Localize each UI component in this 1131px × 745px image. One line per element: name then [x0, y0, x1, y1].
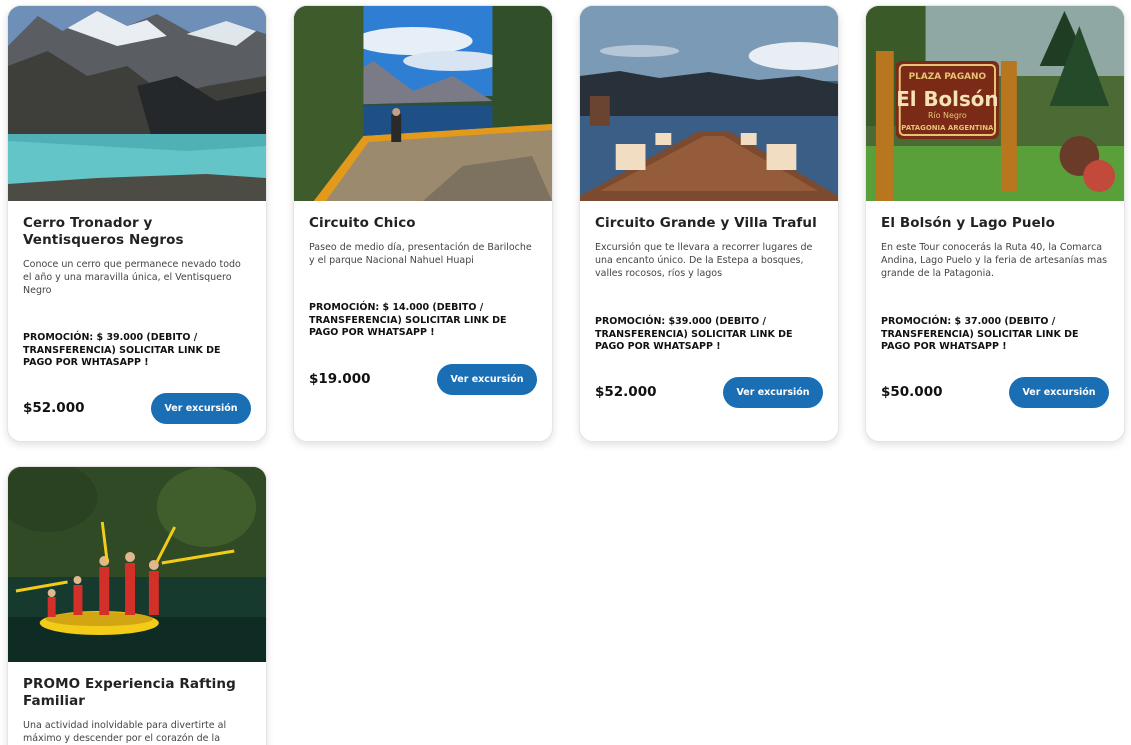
card-title: PROMO Experiencia Rafting Familiar: [23, 676, 236, 709]
ver-excursion-button[interactable]: Ver excursión: [437, 364, 537, 395]
card-title: Cerro Tronador y Ventisqueros Negros: [23, 215, 184, 248]
card-description: En este Tour conocerás la Ruta 40, la Co…: [881, 242, 1108, 279]
card-price: $52.000: [23, 400, 85, 416]
card-photo-mountain-lake[interactable]: [8, 6, 266, 201]
card-photo-lake-pier[interactable]: [580, 6, 838, 201]
card-body: PROMO Experiencia Rafting Familiar Una a…: [8, 662, 266, 745]
card-title: El Bolsón y Lago Puelo: [881, 215, 1055, 231]
card-photo-el-bolson-sign[interactable]: PLAZA PAGANO El Bolsón Río Negro PATAGON…: [866, 6, 1124, 201]
excursion-card[interactable]: Circuito Grande y Villa Traful Excursión…: [579, 5, 839, 442]
card-promo: PROMOCIÓN: $ 37.000 (DEBITO / TRANSFEREN…: [881, 316, 1079, 352]
card-photo-lookout-deck[interactable]: [294, 6, 552, 201]
card-photo-rafting[interactable]: [8, 467, 266, 662]
excursion-card[interactable]: PROMO Experiencia Rafting Familiar Una a…: [7, 466, 267, 745]
ver-excursion-button[interactable]: Ver excursión: [151, 393, 251, 424]
card-body: Circuito Chico Paseo de medio día, prese…: [294, 201, 552, 267]
card-description: Excursión que te llevara a recorrer luga…: [595, 242, 813, 279]
excursion-card[interactable]: Circuito Chico Paseo de medio día, prese…: [293, 5, 553, 442]
card-promo: PROMOCIÓN: $ 14.000 (DEBITO / TRANSFEREN…: [309, 302, 507, 338]
card-title: Circuito Grande y Villa Traful: [595, 215, 817, 231]
excursion-card[interactable]: Cerro Tronador y Ventisqueros Negros Con…: [7, 5, 267, 442]
card-price: $50.000: [881, 384, 943, 400]
excursion-card[interactable]: PLAZA PAGANO El Bolsón Río Negro PATAGON…: [865, 5, 1125, 442]
ver-excursion-button[interactable]: Ver excursión: [723, 377, 823, 408]
card-description: Paseo de medio día, presentación de Bari…: [309, 242, 532, 266]
card-description: Conoce un cerro que permanece nevado tod…: [23, 259, 241, 296]
card-body: Cerro Tronador y Ventisqueros Negros Con…: [8, 201, 266, 297]
card-promo: PROMOCIÓN: $ 39.000 (DEBITO / TRANSFEREN…: [23, 332, 221, 368]
svg-text:El Bolsón: El Bolsón: [896, 88, 998, 111]
card-price: $52.000: [595, 384, 657, 400]
card-title: Circuito Chico: [309, 215, 416, 231]
svg-text:Río Negro: Río Negro: [928, 111, 967, 120]
card-price: $19.000: [309, 371, 371, 387]
svg-text:PLAZA PAGANO: PLAZA PAGANO: [909, 72, 987, 82]
svg-text:PATAGONIA ARGENTINA: PATAGONIA ARGENTINA: [901, 124, 994, 132]
ver-excursion-button[interactable]: Ver excursión: [1009, 377, 1109, 408]
card-body: Circuito Grande y Villa Traful Excursión…: [580, 201, 838, 280]
card-description: Una actividad inolvidable para divertirt…: [23, 720, 227, 744]
card-promo: PROMOCIÓN: $39.000 (DEBITO / TRANSFERENC…: [595, 316, 793, 352]
card-body: El Bolsón y Lago Puelo En este Tour cono…: [866, 201, 1124, 280]
